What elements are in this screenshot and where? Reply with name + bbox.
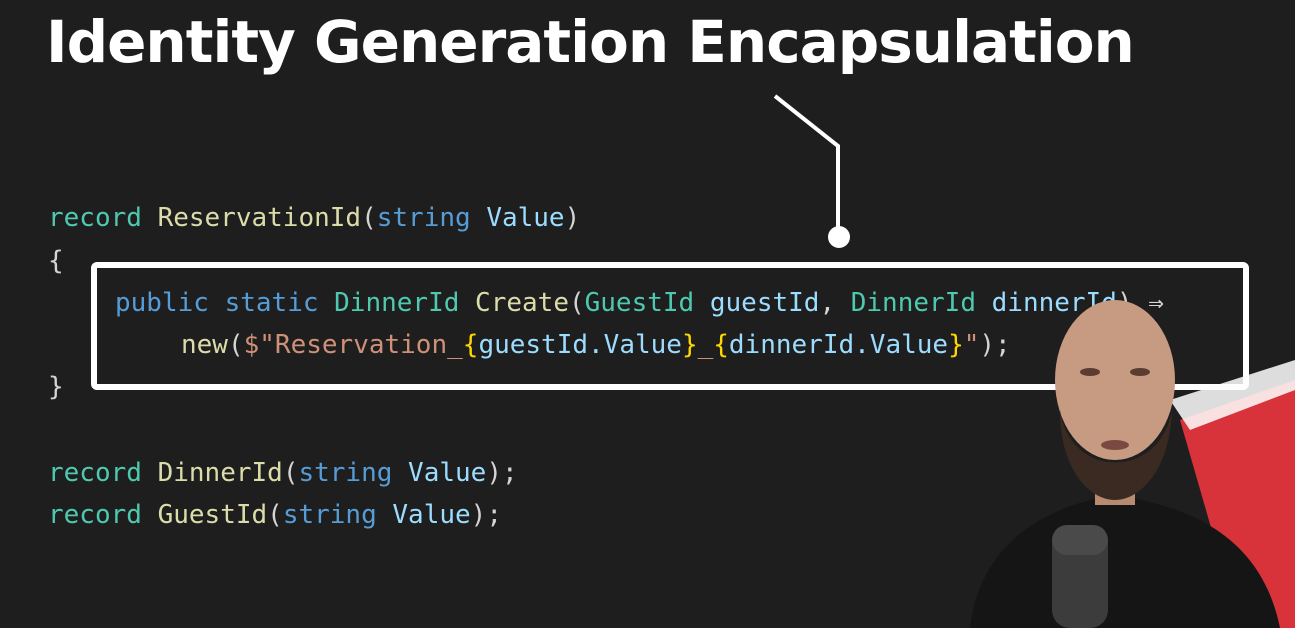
- code-line-reservation-record: record ReservationId(string Value): [48, 203, 581, 233]
- presenter-head: [1055, 300, 1175, 460]
- presenter-webcam: [970, 300, 1295, 628]
- code-line-dinner-record: record DinnerId(string Value);: [48, 458, 518, 488]
- code-line-open-brace: {: [48, 246, 64, 276]
- code-line-close-brace: }: [48, 372, 64, 402]
- code-line-guest-record: record GuestId(string Value);: [48, 500, 502, 530]
